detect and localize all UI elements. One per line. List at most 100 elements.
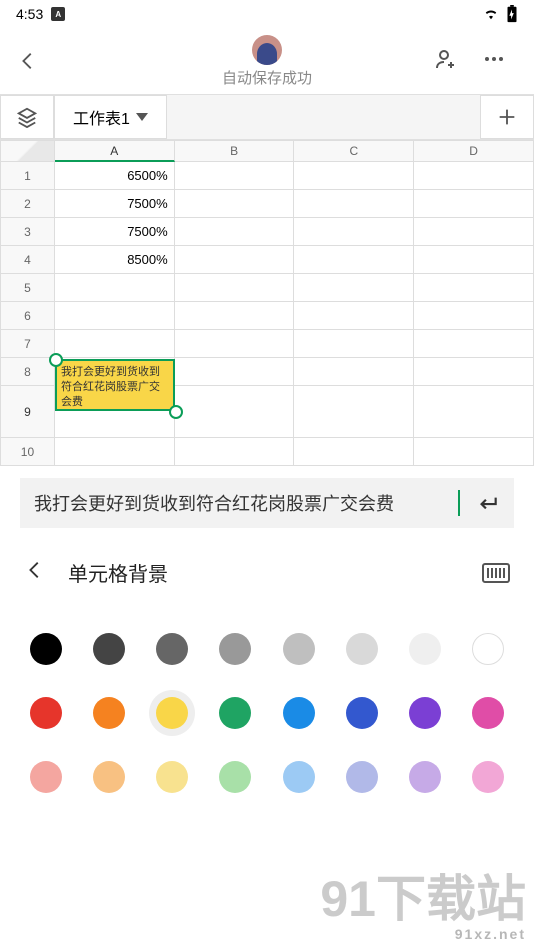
watermark-name: 下载站 (376, 871, 526, 927)
color-swatch[interactable] (30, 697, 62, 729)
color-swatch[interactable] (283, 633, 315, 665)
keyboard-button[interactable] (482, 563, 510, 583)
grid-corner[interactable] (0, 140, 55, 162)
color-swatch[interactable] (283, 697, 315, 729)
row-header[interactable]: 10 (0, 438, 55, 466)
avatar[interactable] (252, 35, 282, 65)
chevron-left-icon (17, 50, 39, 72)
selection-handle-top-left[interactable] (49, 353, 63, 367)
cell[interactable] (414, 386, 534, 438)
cell[interactable] (175, 190, 295, 218)
chevron-down-icon (136, 113, 148, 121)
row-header[interactable]: 2 (0, 190, 55, 218)
more-horizontal-icon (482, 47, 506, 71)
color-swatch[interactable] (409, 761, 441, 793)
cell[interactable] (294, 438, 414, 466)
cell[interactable] (414, 302, 534, 330)
column-header-A[interactable]: A (55, 140, 175, 162)
cell[interactable] (175, 302, 295, 330)
confirm-button[interactable] (474, 490, 500, 516)
cell[interactable]: 7500% (55, 218, 175, 246)
spreadsheet-grid[interactable]: A B C D 16500% 27500% 37500% 48500% 5 6 … (0, 140, 534, 470)
cell[interactable] (175, 162, 295, 190)
color-swatch[interactable] (156, 633, 188, 665)
color-swatch[interactable] (30, 761, 62, 793)
cell[interactable] (175, 274, 295, 302)
row-header[interactable]: 7 (0, 330, 55, 358)
color-swatch[interactable] (346, 761, 378, 793)
cell[interactable] (414, 330, 534, 358)
cell[interactable] (55, 302, 175, 330)
cell[interactable] (294, 330, 414, 358)
row-header[interactable]: 6 (0, 302, 55, 330)
cell[interactable] (414, 218, 534, 246)
sheets-list-button[interactable] (0, 95, 54, 139)
color-swatch[interactable] (472, 633, 504, 665)
sheet-tab-active[interactable]: 工作表1 (54, 95, 167, 139)
color-swatch[interactable] (346, 697, 378, 729)
row-header[interactable]: 3 (0, 218, 55, 246)
panel-back-button[interactable] (24, 559, 46, 586)
cell[interactable] (175, 438, 295, 466)
cell[interactable] (294, 274, 414, 302)
cell[interactable] (294, 358, 414, 386)
color-swatch[interactable] (472, 761, 504, 793)
cell[interactable] (175, 358, 295, 386)
color-swatch[interactable] (219, 633, 251, 665)
cell[interactable] (175, 218, 295, 246)
color-swatch-selected[interactable] (149, 690, 195, 736)
cell[interactable] (414, 162, 534, 190)
color-swatch[interactable] (472, 697, 504, 729)
color-swatch-inner (156, 697, 188, 729)
color-swatch[interactable] (30, 633, 62, 665)
cell[interactable] (294, 246, 414, 274)
color-swatch[interactable] (219, 761, 251, 793)
color-swatch[interactable] (409, 697, 441, 729)
cell[interactable] (55, 438, 175, 466)
color-swatch[interactable] (346, 633, 378, 665)
row-header[interactable]: 8 (0, 358, 55, 386)
cell[interactable] (414, 246, 534, 274)
cell[interactable] (175, 330, 295, 358)
color-swatch[interactable] (93, 697, 125, 729)
cell[interactable] (55, 330, 175, 358)
cell[interactable] (294, 162, 414, 190)
cell[interactable] (294, 190, 414, 218)
cell[interactable] (175, 386, 295, 438)
add-user-button[interactable] (434, 47, 458, 76)
selected-cell-overlay[interactable]: 我打会更好到货收到符合红花岗股票广交会费 (55, 359, 175, 411)
row-header[interactable]: 1 (0, 162, 55, 190)
color-swatch[interactable] (283, 761, 315, 793)
color-swatch[interactable] (156, 761, 188, 793)
battery-icon (506, 5, 518, 23)
selection-handle-bottom-right[interactable] (169, 405, 183, 419)
column-header-D[interactable]: D (414, 140, 534, 162)
row-header[interactable]: 4 (0, 246, 55, 274)
column-header-B[interactable]: B (175, 140, 295, 162)
autosave-status: 自动保存成功 (222, 67, 312, 88)
formula-input[interactable]: 我打会更好到货收到符合红花岗股票广交会费 (34, 490, 460, 516)
cell[interactable] (294, 386, 414, 438)
color-swatch[interactable] (93, 633, 125, 665)
back-button[interactable] (0, 50, 56, 72)
color-swatch[interactable] (219, 697, 251, 729)
cell[interactable] (294, 302, 414, 330)
row-header[interactable]: 9 (0, 386, 55, 438)
cell[interactable]: 6500% (55, 162, 175, 190)
cell[interactable] (414, 190, 534, 218)
cell[interactable] (414, 358, 534, 386)
more-button[interactable] (482, 47, 506, 76)
cell[interactable] (414, 438, 534, 466)
cell[interactable]: 7500% (55, 190, 175, 218)
sheet-tab-label: 工作表1 (73, 105, 130, 129)
row-header[interactable]: 5 (0, 274, 55, 302)
cell[interactable]: 8500% (55, 246, 175, 274)
color-swatch[interactable] (409, 633, 441, 665)
cell[interactable] (55, 274, 175, 302)
cell[interactable] (294, 218, 414, 246)
cell[interactable] (175, 246, 295, 274)
column-header-C[interactable]: C (294, 140, 414, 162)
cell[interactable] (414, 274, 534, 302)
add-sheet-button[interactable] (480, 95, 534, 139)
color-swatch[interactable] (93, 761, 125, 793)
